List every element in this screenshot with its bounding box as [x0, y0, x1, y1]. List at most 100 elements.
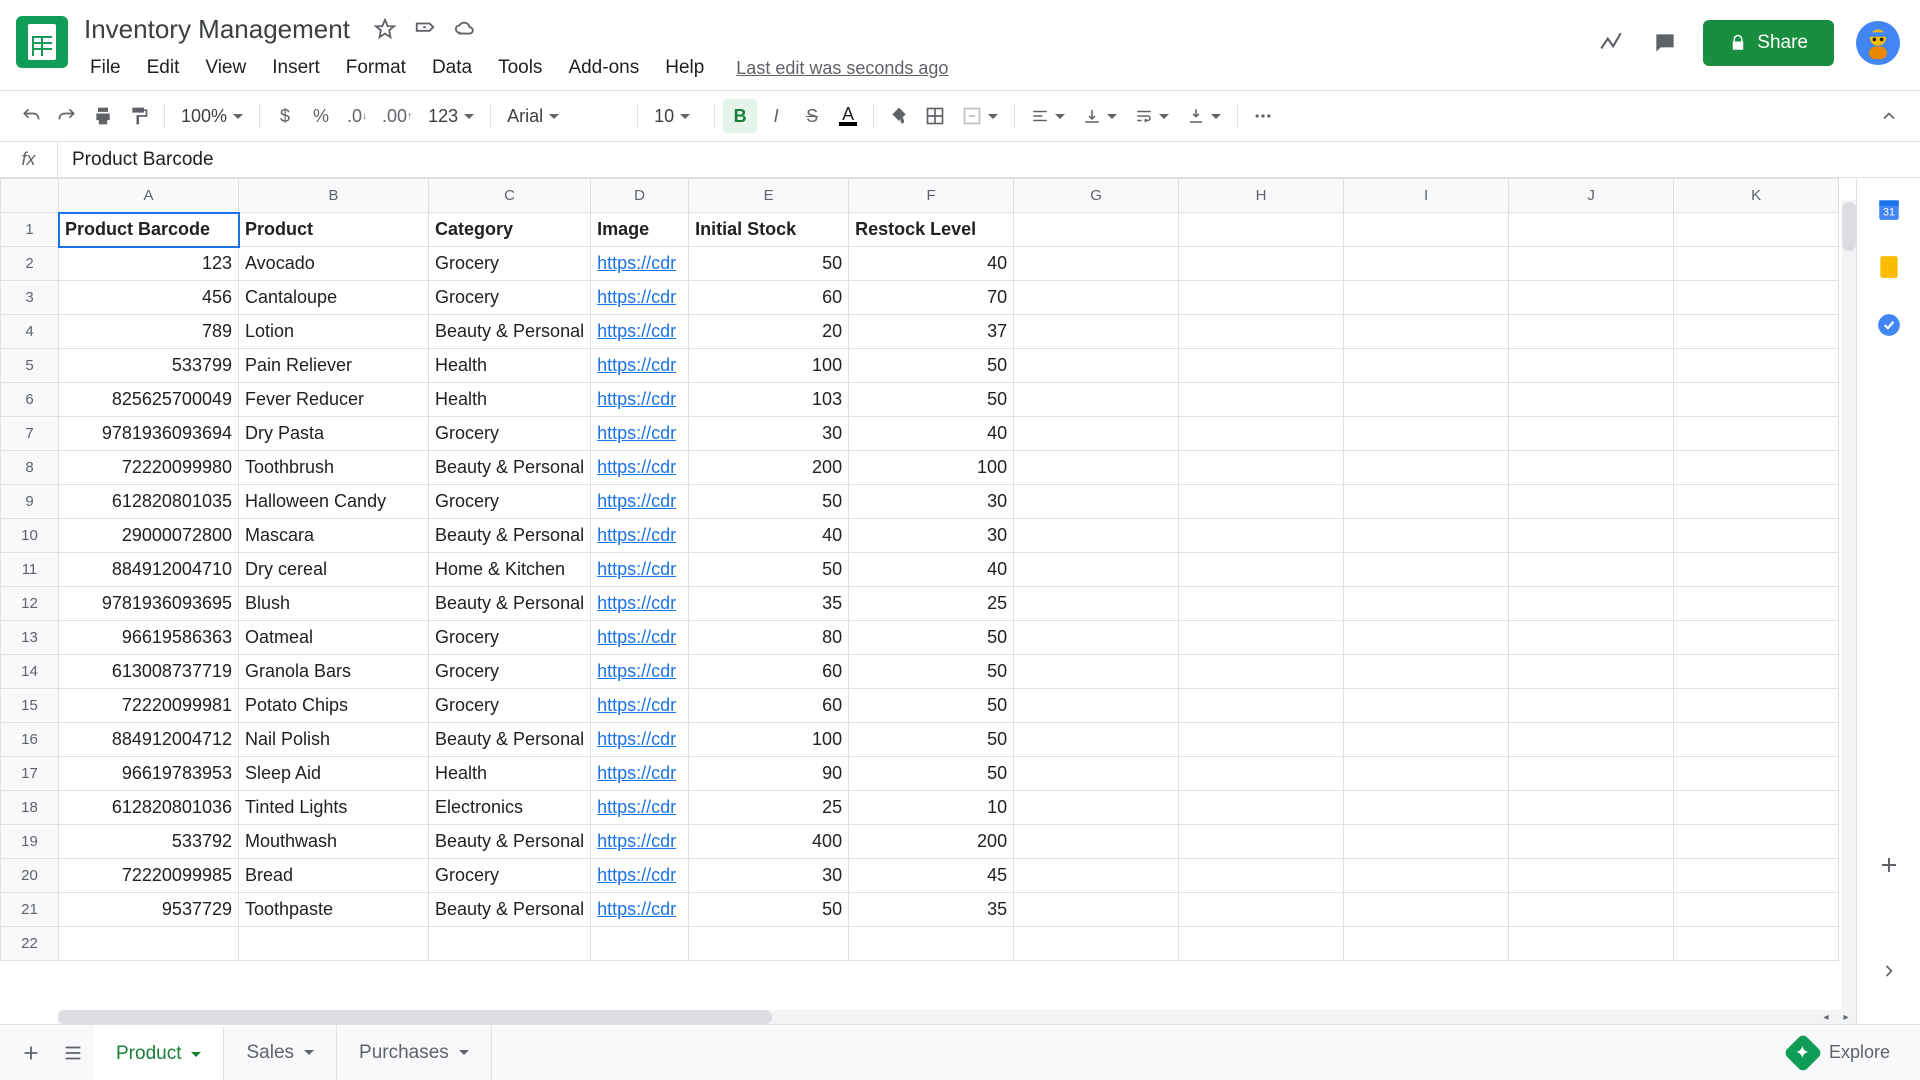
number-format-select[interactable]: 123 [420, 106, 482, 127]
cell-C16[interactable]: Beauty & Personal [429, 723, 591, 757]
cell-C5[interactable]: Health [429, 349, 591, 383]
cell-F6[interactable]: 50 [849, 383, 1014, 417]
cell-K15[interactable] [1674, 689, 1839, 723]
cell-A13[interactable]: 96619586363 [59, 621, 239, 655]
col-header-E[interactable]: E [689, 179, 849, 213]
menu-addons[interactable]: Add-ons [556, 53, 651, 83]
h-align-button[interactable] [1023, 107, 1073, 125]
row-header-11[interactable]: 11 [1, 553, 59, 587]
cell-E11[interactable]: 50 [689, 553, 849, 587]
cell-G5[interactable] [1014, 349, 1179, 383]
cell-C17[interactable]: Health [429, 757, 591, 791]
cell-K22[interactable] [1674, 927, 1839, 961]
cell-A22[interactable] [59, 927, 239, 961]
cell-B18[interactable]: Tinted Lights [239, 791, 429, 825]
cell-G12[interactable] [1014, 587, 1179, 621]
cell-F4[interactable]: 37 [849, 315, 1014, 349]
cell-K12[interactable] [1674, 587, 1839, 621]
cell-K11[interactable] [1674, 553, 1839, 587]
redo-button[interactable] [50, 99, 84, 133]
cell-C20[interactable]: Grocery [429, 859, 591, 893]
cell-G9[interactable] [1014, 485, 1179, 519]
cell-J1[interactable] [1509, 213, 1674, 247]
cell-H13[interactable] [1179, 621, 1344, 655]
cell-D10[interactable]: https://cdr [591, 519, 689, 553]
cell-A15[interactable]: 72220099981 [59, 689, 239, 723]
cell-D18[interactable]: https://cdr [591, 791, 689, 825]
cell-D3[interactable]: https://cdr [591, 281, 689, 315]
col-header-J[interactable]: J [1509, 179, 1674, 213]
cell-B20[interactable]: Bread [239, 859, 429, 893]
cell-E12[interactable]: 35 [689, 587, 849, 621]
cell-H5[interactable] [1179, 349, 1344, 383]
cell-E2[interactable]: 50 [689, 247, 849, 281]
cell-J2[interactable] [1509, 247, 1674, 281]
menu-help[interactable]: Help [653, 53, 716, 83]
explore-button[interactable]: ✦ Explore [1769, 1039, 1910, 1067]
cell-E7[interactable]: 30 [689, 417, 849, 451]
cell-D2[interactable]: https://cdr [591, 247, 689, 281]
cell-I19[interactable] [1344, 825, 1509, 859]
cell-B2[interactable]: Avocado [239, 247, 429, 281]
cell-D5[interactable]: https://cdr [591, 349, 689, 383]
cell-C12[interactable]: Beauty & Personal [429, 587, 591, 621]
row-header-13[interactable]: 13 [1, 621, 59, 655]
cell-A5[interactable]: 533799 [59, 349, 239, 383]
cell-G17[interactable] [1014, 757, 1179, 791]
keep-icon[interactable] [1874, 252, 1904, 282]
h-scrollbar[interactable] [58, 1010, 1842, 1024]
row-header-5[interactable]: 5 [1, 349, 59, 383]
cell-J5[interactable] [1509, 349, 1674, 383]
cell-I1[interactable] [1344, 213, 1509, 247]
cell-B14[interactable]: Granola Bars [239, 655, 429, 689]
cell-E19[interactable]: 400 [689, 825, 849, 859]
cell-D4[interactable]: https://cdr [591, 315, 689, 349]
cell-F11[interactable]: 40 [849, 553, 1014, 587]
v-align-button[interactable] [1075, 107, 1125, 125]
cell-F7[interactable]: 40 [849, 417, 1014, 451]
cell-I3[interactable] [1344, 281, 1509, 315]
font-select[interactable]: Arial [499, 106, 629, 127]
col-header-G[interactable]: G [1014, 179, 1179, 213]
col-header-K[interactable]: K [1674, 179, 1839, 213]
cell-D14[interactable]: https://cdr [591, 655, 689, 689]
row-header-1[interactable]: 1 [1, 213, 59, 247]
cell-I22[interactable] [1344, 927, 1509, 961]
cell-F9[interactable]: 30 [849, 485, 1014, 519]
cell-J21[interactable] [1509, 893, 1674, 927]
col-header-B[interactable]: B [239, 179, 429, 213]
cell-D1[interactable]: Image [591, 213, 689, 247]
cell-K9[interactable] [1674, 485, 1839, 519]
cell-J8[interactable] [1509, 451, 1674, 485]
cell-E16[interactable]: 100 [689, 723, 849, 757]
cell-H11[interactable] [1179, 553, 1344, 587]
cell-I17[interactable] [1344, 757, 1509, 791]
cell-J17[interactable] [1509, 757, 1674, 791]
menu-file[interactable]: File [78, 53, 133, 83]
comments-icon[interactable] [1649, 27, 1681, 59]
cloud-icon[interactable] [454, 18, 476, 40]
undo-button[interactable] [14, 99, 48, 133]
add-addon-icon[interactable] [1874, 850, 1904, 880]
cell-K1[interactable] [1674, 213, 1839, 247]
cell-D20[interactable]: https://cdr [591, 859, 689, 893]
cell-G21[interactable] [1014, 893, 1179, 927]
cell-B7[interactable]: Dry Pasta [239, 417, 429, 451]
cell-H7[interactable] [1179, 417, 1344, 451]
cell-G19[interactable] [1014, 825, 1179, 859]
cell-I5[interactable] [1344, 349, 1509, 383]
cell-C13[interactable]: Grocery [429, 621, 591, 655]
cell-K10[interactable] [1674, 519, 1839, 553]
move-icon[interactable] [414, 18, 436, 40]
spreadsheet-grid[interactable]: ABCDEFGHIJK1Product BarcodeProductCatego… [0, 178, 1856, 1024]
cell-H6[interactable] [1179, 383, 1344, 417]
cell-A4[interactable]: 789 [59, 315, 239, 349]
cell-B22[interactable] [239, 927, 429, 961]
cell-K21[interactable] [1674, 893, 1839, 927]
cell-G10[interactable] [1014, 519, 1179, 553]
cell-I14[interactable] [1344, 655, 1509, 689]
cell-F19[interactable]: 200 [849, 825, 1014, 859]
cell-K18[interactable] [1674, 791, 1839, 825]
cell-A1[interactable]: Product Barcode [59, 213, 239, 247]
cell-K13[interactable] [1674, 621, 1839, 655]
